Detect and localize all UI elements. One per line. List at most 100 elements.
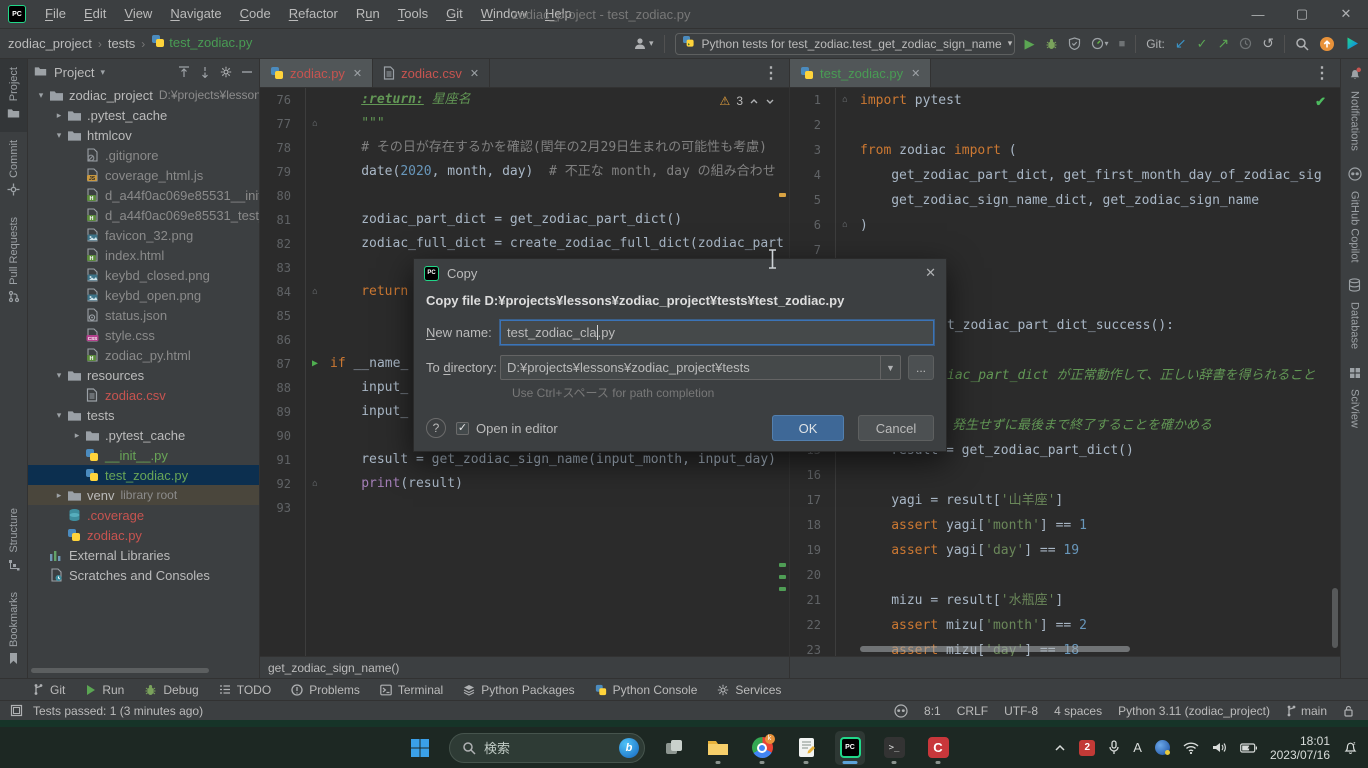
tree-item[interactable]: zodiac.csv — [28, 385, 259, 405]
line-number[interactable]: 17 — [790, 488, 835, 513]
collapse-all-icon[interactable] — [199, 66, 211, 78]
sidebar-item-pull-requests[interactable]: Pull Requests — [0, 209, 27, 316]
tree-item[interactable]: ▸.pytest_cache — [28, 425, 259, 445]
breadcrumb-item[interactable]: test_zodiac.py — [151, 34, 252, 51]
tree-chevron-icon[interactable]: ▾ — [52, 410, 66, 421]
tab-zodiac.py[interactable]: zodiac.py✕ — [260, 59, 373, 87]
line-number[interactable]: 19 — [790, 538, 835, 563]
menu-tools[interactable]: Tools — [389, 6, 437, 21]
gutter-fold-icon[interactable]: ⌂ — [305, 112, 325, 136]
tree-item[interactable]: .coverage — [28, 505, 259, 525]
tree-item[interactable]: ▾tests — [28, 405, 259, 425]
sidebar-item-notifications[interactable]: Notifications — [1341, 59, 1368, 159]
tree-chevron-icon[interactable]: ▾ — [34, 90, 48, 101]
ime-mode-indicator[interactable]: A — [1133, 740, 1142, 755]
tree-item[interactable]: ▾zodiac_projectD:¥projects¥lessons¥zo — [28, 85, 259, 105]
sidebar-item-github-copilot[interactable]: GitHub Copilot — [1341, 159, 1368, 271]
breadcrumb-item[interactable]: zodiac_project — [8, 36, 92, 51]
taskbar-app-task-view[interactable] — [659, 731, 689, 765]
new-name-input[interactable]: test_zodiac_cla.py — [500, 320, 934, 345]
line-number[interactable]: 3 — [790, 138, 835, 163]
combo-arrow-icon[interactable]: ▼ — [880, 356, 900, 379]
taskbar-app-notepad[interactable] — [791, 731, 821, 765]
tray-expand-icon[interactable] — [1054, 744, 1066, 752]
vertical-scrollbar[interactable] — [1332, 588, 1338, 648]
vcs-stripe-mark[interactable] — [779, 575, 786, 579]
toolwindow-problems[interactable]: Problems — [291, 683, 360, 697]
taskbar-app-terminal[interactable]: >_ — [879, 731, 909, 765]
line-number[interactable]: 90 — [260, 424, 305, 448]
toolwindow-git[interactable]: Git — [33, 683, 65, 697]
dialog-close-icon[interactable]: ✕ — [925, 265, 936, 281]
menu-code[interactable]: Code — [231, 6, 280, 21]
notification-bell-icon[interactable]: z — [1343, 740, 1358, 755]
toolwindow-debug[interactable]: Debug — [144, 683, 198, 697]
line-number[interactable]: 16 — [790, 463, 835, 488]
toolwindow-todo[interactable]: TODO — [219, 683, 271, 697]
tab-list-menu-icon[interactable]: ⋮ — [1304, 59, 1340, 87]
gutter-fold-icon[interactable]: ⌂ — [305, 472, 325, 496]
profiler-button[interactable]: ▾ — [1091, 37, 1109, 50]
tree-item[interactable]: .gitignore — [28, 145, 259, 165]
copilot-status-icon[interactable] — [894, 704, 908, 718]
menu-edit[interactable]: Edit — [75, 6, 115, 21]
file-encoding[interactable]: UTF-8 — [1004, 704, 1038, 718]
tree-item[interactable]: Hd_a44f0ac069e85531_test_zodiac — [28, 205, 259, 225]
line-number[interactable]: 91 — [260, 448, 305, 472]
gutter-fold-icon[interactable]: ⌂ — [305, 280, 325, 304]
line-number[interactable]: 82 — [260, 232, 305, 256]
tree-chevron-icon[interactable]: ▸ — [70, 430, 84, 441]
line-number[interactable]: 81 — [260, 208, 305, 232]
gutter-fold-icon[interactable]: ▶ — [305, 352, 325, 376]
tree-item[interactable]: keybd_closed.png — [28, 265, 259, 285]
wifi-icon[interactable] — [1183, 742, 1199, 754]
battery-icon[interactable] — [1240, 743, 1257, 753]
line-number[interactable]: 93 — [260, 496, 305, 520]
tab-close-icon[interactable]: ✕ — [470, 67, 479, 80]
test-status[interactable]: Tests passed: 1 (3 minutes ago) — [33, 704, 203, 718]
start-button[interactable] — [405, 731, 435, 765]
menu-view[interactable]: View — [115, 6, 161, 21]
vcs-stripe-mark[interactable] — [779, 587, 786, 591]
tool-window-switcher-icon[interactable] — [10, 704, 23, 717]
expand-all-icon[interactable] — [178, 66, 190, 78]
line-number[interactable]: 2 — [790, 113, 835, 138]
warning-icon[interactable]: ⚠ — [720, 94, 731, 108]
run-line-icon[interactable]: ▶ — [312, 358, 318, 369]
sidebar-item-project[interactable]: Project — [0, 59, 27, 132]
gutter-fold-icon[interactable]: ⌂ — [835, 88, 855, 113]
inspection-ok-icon[interactable]: ✔ — [1315, 94, 1326, 110]
cancel-button[interactable]: Cancel — [858, 415, 934, 441]
line-number[interactable]: 21 — [790, 588, 835, 613]
gutter-fold-icon[interactable]: ⌂ — [835, 213, 855, 238]
tree-chevron-icon[interactable]: ▸ — [52, 490, 66, 501]
tray-sphere-icon[interactable] — [1155, 740, 1170, 755]
to-directory-combobox[interactable]: D:¥projects¥lessons¥zodiac_project¥tests… — [500, 355, 901, 380]
python-interpreter[interactable]: Python 3.11 (zodiac_project) — [1118, 704, 1270, 718]
menu-file[interactable]: File — [36, 6, 75, 21]
line-number[interactable]: 77 — [260, 112, 305, 136]
tree-item[interactable]: ▾htmlcov — [28, 125, 259, 145]
git-push-button[interactable]: ↗ — [1218, 35, 1230, 52]
sidebar-item-bookmarks[interactable]: Bookmarks — [0, 584, 27, 678]
line-number[interactable]: 85 — [260, 304, 305, 328]
line-number[interactable]: 89 — [260, 400, 305, 424]
next-warning-icon[interactable] — [765, 97, 775, 106]
history-button[interactable] — [1239, 37, 1252, 50]
tree-item[interactable]: test_zodiac.py — [28, 465, 259, 485]
line-number[interactable]: 76 — [260, 88, 305, 112]
tree-item[interactable]: Hzodiac_py.html — [28, 345, 259, 365]
line-number[interactable]: 84 — [260, 280, 305, 304]
tree-chevron-icon[interactable]: ▾ — [52, 370, 66, 381]
minimize-button[interactable]: — — [1236, 7, 1280, 22]
line-number[interactable]: 78 — [260, 136, 305, 160]
editor-breadcrumb[interactable]: get_zodiac_sign_name() — [260, 656, 789, 678]
taskbar-app-clip[interactable]: C — [923, 731, 953, 765]
taskbar-search[interactable]: 検索b — [449, 733, 645, 763]
lock-icon[interactable] — [1343, 705, 1354, 717]
prev-warning-icon[interactable] — [749, 97, 759, 106]
tree-item[interactable]: External Libraries — [28, 545, 259, 565]
tab-zodiac.csv[interactable]: zodiac.csv✕ — [373, 59, 490, 87]
microphone-icon[interactable] — [1108, 740, 1120, 755]
git-commit-button[interactable]: ✓ — [1197, 36, 1208, 52]
